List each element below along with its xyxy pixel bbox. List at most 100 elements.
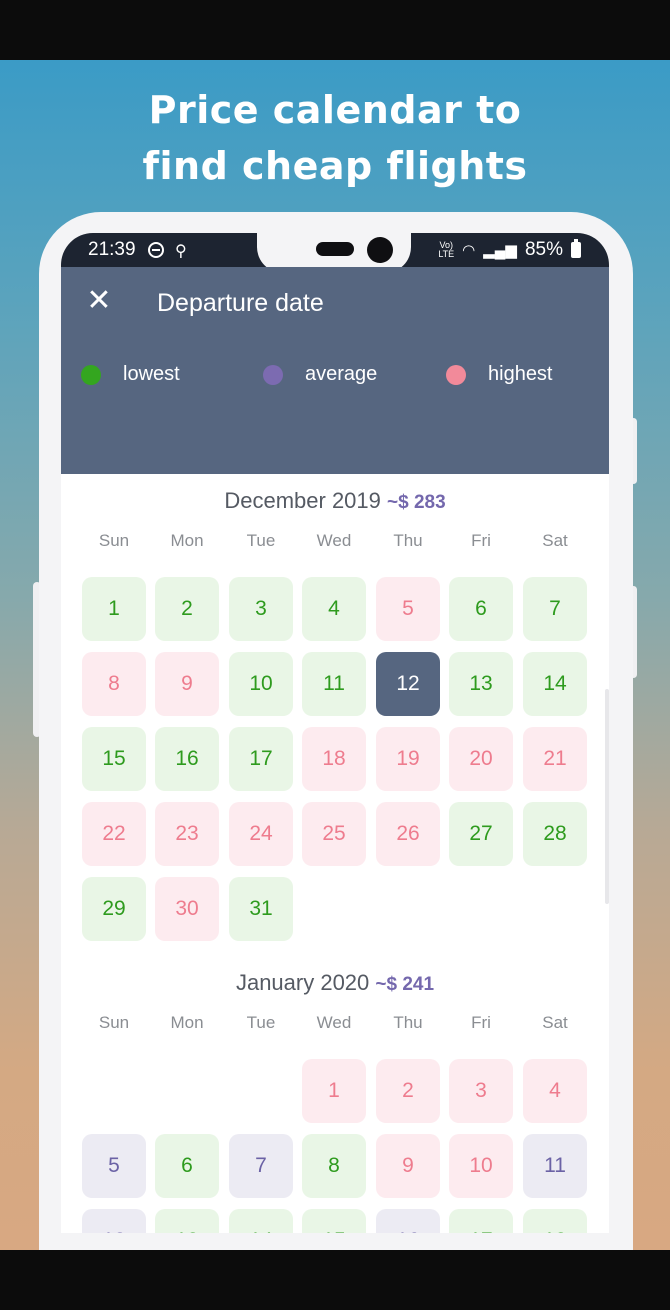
front-camera <box>367 237 393 263</box>
volte-icon: Vo) LTE <box>438 240 455 259</box>
day-cell[interactable]: 2 <box>155 577 219 641</box>
day-cell[interactable]: 9 <box>376 1134 440 1198</box>
keyhole-icon: ⚲ <box>175 243 187 260</box>
price-legend: lowest average highest <box>61 363 609 393</box>
page-title: Departure date <box>157 289 324 317</box>
day-cell[interactable]: 6 <box>449 577 513 641</box>
weekday-label: Sat <box>542 531 568 550</box>
weekday-label: Wed <box>316 1013 352 1032</box>
weekday-label: Thu <box>393 1013 423 1032</box>
weekday-label: Mon <box>170 1013 204 1032</box>
day-cell[interactable]: 5 <box>82 1134 146 1198</box>
day-cell[interactable]: 2 <box>376 1059 440 1123</box>
day-cell[interactable]: 31 <box>229 877 293 941</box>
day-cell[interactable]: 14 <box>229 1209 293 1233</box>
battery-icon <box>571 239 581 258</box>
status-time: 21:39 <box>88 239 136 260</box>
day-cell[interactable]: 24 <box>229 802 293 866</box>
legend-label-highest: highest <box>488 363 553 385</box>
day-cell[interactable]: 15 <box>82 727 146 791</box>
day-cell[interactable]: 6 <box>155 1134 219 1198</box>
month-header: December 2019 ~$ 283 <box>61 488 609 514</box>
calendar-list[interactable]: December 2019 ~$ 283 Sun Mon Tue Wed Thu Fri Sa… <box>61 474 609 1233</box>
legend-dot-lowest <box>81 364 101 385</box>
status-right-group: Vo) LTE ◠ ▂▄▆ 85% <box>438 239 581 261</box>
day-cell[interactable]: 27 <box>449 802 513 866</box>
legend-item-average: average <box>263 363 377 386</box>
day-cell[interactable]: 4 <box>302 577 366 641</box>
weekday-label: Sun <box>98 531 130 550</box>
day-cell[interactable]: 16 <box>155 727 219 791</box>
promo-headline-line1: Price calendar to <box>148 88 522 132</box>
day-cell[interactable]: 29 <box>82 877 146 941</box>
month-title: December 2019 <box>224 488 387 513</box>
weekday-header-row: Sun Mon Tue Wed Thu Fri Sat <box>61 1013 609 1037</box>
app-bar: ✕ Departure date lowest average highest <box>61 267 609 474</box>
day-cell-selected[interactable]: 12 <box>376 652 440 716</box>
day-cell[interactable]: 9 <box>155 652 219 716</box>
day-cell[interactable]: 16 <box>376 1209 440 1233</box>
day-cell[interactable]: 23 <box>155 802 219 866</box>
day-cell[interactable]: 10 <box>229 652 293 716</box>
earpiece-speaker <box>316 242 354 256</box>
day-cell[interactable]: 12 <box>82 1209 146 1233</box>
phone-screen: 21:39 ⚲ Vo) LTE ◠ ▂▄▆ 85% ✕ Departure dat… <box>61 233 609 1233</box>
promo-headline: Price calendar to find cheap flights <box>0 82 670 194</box>
day-cell[interactable]: 21 <box>523 727 587 791</box>
scrollbar-thumb[interactable] <box>605 689 609 904</box>
day-cell[interactable]: 17 <box>449 1209 513 1233</box>
day-cell[interactable]: 28 <box>523 802 587 866</box>
weekday-label: Wed <box>316 531 352 550</box>
day-cell[interactable]: 26 <box>376 802 440 866</box>
legend-dot-average <box>263 364 283 385</box>
battery-percent: 85% <box>524 239 563 260</box>
day-cell[interactable]: 20 <box>449 727 513 791</box>
weekday-label: Sun <box>98 1013 130 1032</box>
day-cell[interactable]: 4 <box>523 1059 587 1123</box>
day-cell[interactable]: 1 <box>302 1059 366 1123</box>
day-cell[interactable]: 5 <box>376 577 440 641</box>
day-cell[interactable]: 15 <box>302 1209 366 1233</box>
weekday-label: Sat <box>542 1013 568 1032</box>
do-not-disturb-icon <box>148 242 164 258</box>
day-cell[interactable]: 13 <box>155 1209 219 1233</box>
weekday-label: Tue <box>246 531 276 550</box>
day-cell[interactable]: 14 <box>523 652 587 716</box>
day-cell[interactable]: 30 <box>155 877 219 941</box>
day-cell[interactable]: 17 <box>229 727 293 791</box>
legend-item-highest: highest <box>446 363 553 386</box>
top-black-bar <box>0 0 670 60</box>
day-cell[interactable]: 19 <box>376 727 440 791</box>
month-header: January 2020 ~$ 241 <box>61 970 609 996</box>
day-cell[interactable]: 8 <box>82 652 146 716</box>
legend-dot-highest <box>446 364 466 385</box>
day-cell[interactable]: 7 <box>229 1134 293 1198</box>
month-min-price: ~$ 283 <box>387 492 446 513</box>
day-cell[interactable]: 1 <box>82 577 146 641</box>
day-cell[interactable]: 13 <box>449 652 513 716</box>
legend-label-lowest: lowest <box>123 363 180 385</box>
promo-headline-line2: find cheap flights <box>142 144 528 188</box>
legend-label-average: average <box>305 363 378 385</box>
weekday-label: Mon <box>170 531 204 550</box>
weekday-label: Thu <box>393 531 423 550</box>
wifi-icon: ◠ <box>462 242 476 259</box>
weekday-header-row: Sun Mon Tue Wed Thu Fri Sat <box>61 531 609 555</box>
signal-icon: ▂▄▆ <box>483 242 517 259</box>
day-cell[interactable]: 18 <box>523 1209 587 1233</box>
day-cell[interactable]: 8 <box>302 1134 366 1198</box>
weekday-label: Fri <box>471 1013 491 1032</box>
day-cell[interactable]: 11 <box>302 652 366 716</box>
close-icon[interactable]: ✕ <box>85 286 113 316</box>
bottom-black-bar <box>0 1250 670 1310</box>
day-cell[interactable]: 10 <box>449 1134 513 1198</box>
legend-item-lowest: lowest <box>81 363 180 386</box>
month-title: January 2020 <box>235 970 376 995</box>
day-cell[interactable]: 3 <box>229 577 293 641</box>
day-cell[interactable]: 3 <box>449 1059 513 1123</box>
day-cell[interactable]: 11 <box>523 1134 587 1198</box>
day-cell[interactable]: 18 <box>302 727 366 791</box>
day-cell[interactable]: 22 <box>82 802 146 866</box>
day-cell[interactable]: 7 <box>523 577 587 641</box>
day-cell[interactable]: 25 <box>302 802 366 866</box>
